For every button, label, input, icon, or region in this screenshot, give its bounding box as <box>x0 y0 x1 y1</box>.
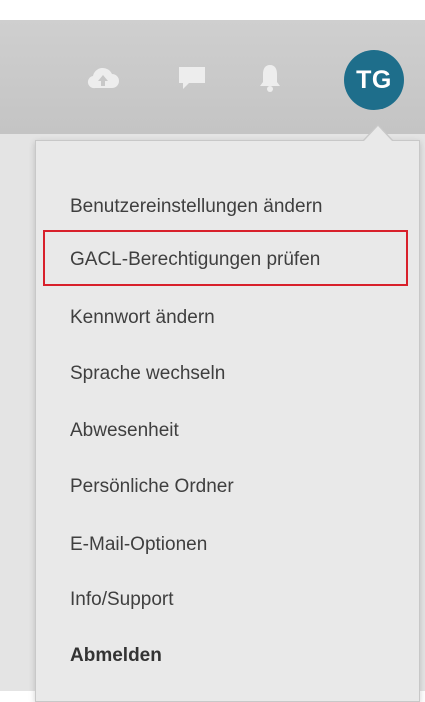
menu-item-logout[interactable]: Abmelden <box>70 644 162 668</box>
bell-icon[interactable] <box>250 58 290 98</box>
menu-item-email-options[interactable]: E-Mail-Optionen <box>70 533 207 557</box>
menu-item-info-support[interactable]: Info/Support <box>70 588 174 612</box>
cloud-upload-icon[interactable] <box>83 58 123 98</box>
chat-icon[interactable] <box>172 58 212 98</box>
menu-item-absence[interactable]: Abwesenheit <box>70 419 179 443</box>
dropdown-caret <box>364 126 392 141</box>
menu-item-change-language[interactable]: Sprache wechseln <box>70 362 225 386</box>
menu-item-personal-folders[interactable]: Persönliche Ordner <box>70 475 234 499</box>
menu-item-change-user-settings[interactable]: Benutzereinstellungen ändern <box>70 195 322 219</box>
user-avatar[interactable]: TG <box>344 50 404 110</box>
menu-item-check-gacl-permissions[interactable]: GACL-Berechtigungen prüfen <box>70 248 320 272</box>
menu-item-change-password[interactable]: Kennwort ändern <box>70 306 215 330</box>
